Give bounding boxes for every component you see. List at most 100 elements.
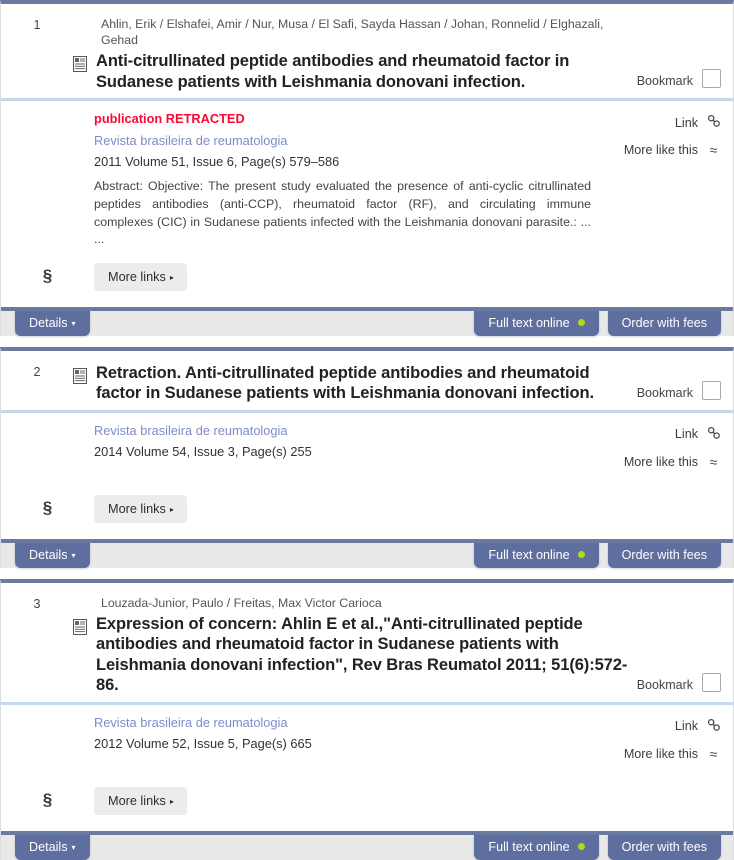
- availability-status-dot: [577, 550, 585, 558]
- more-links-row: § More links ▸: [1, 773, 733, 831]
- record-title-row: Retraction. Anti-citrullinated peptide a…: [73, 363, 631, 404]
- more-like-this-icon: ≈: [709, 453, 718, 470]
- record-number: 2: [33, 364, 41, 379]
- link-action-label: Link: [674, 115, 698, 130]
- more-links-button[interactable]: More links ▸: [94, 786, 187, 815]
- link-action-label: Link: [674, 719, 698, 734]
- record-body: publication RETRACTED Revista brasileira…: [1, 101, 733, 248]
- bookmark-control[interactable]: Bookmark: [637, 380, 733, 404]
- more-links-button[interactable]: More links ▸: [94, 494, 187, 523]
- details-label: Details: [29, 839, 68, 854]
- record-authors: Ahlin, Erik / Elshafei, Amir / Nur, Musa…: [101, 17, 604, 48]
- record-footer: Details ▾ Full text online Order with fee…: [1, 830, 733, 860]
- record-header: 1 Ahlin, Erik / Elshafei, Amir / Nur, Mu…: [1, 4, 733, 102]
- more-links-label: More links: [108, 269, 166, 284]
- record-body: Revista brasileira de reumatologia 2014 …: [1, 413, 733, 481]
- record-number: 3: [33, 596, 41, 611]
- bookmark-control[interactable]: Bookmark: [636, 672, 733, 696]
- full-text-online-label: Full text online: [488, 839, 570, 854]
- bookmark-label: Bookmark: [636, 74, 693, 89]
- bookmark-checkbox[interactable]: [702, 672, 721, 692]
- link-action[interactable]: Link: [624, 426, 721, 443]
- record-body-main: Revista brasileira de reumatologia 2012 …: [94, 715, 624, 760]
- bookmark-control[interactable]: Bookmark: [637, 69, 733, 92]
- link-action[interactable]: Link: [624, 114, 721, 131]
- link-icon: [706, 426, 721, 443]
- result-record: 1 Ahlin, Erik / Elshafei, Amir / Nur, Mu…: [0, 0, 734, 337]
- journal-link[interactable]: Revista brasileira de reumatologia: [94, 133, 616, 148]
- details-button[interactable]: Details ▾: [15, 834, 90, 860]
- caduceus-cell: §: [1, 267, 94, 286]
- more-like-this-action[interactable]: More like this ≈: [624, 454, 721, 470]
- full-text-online-label: Full text online: [488, 547, 570, 562]
- search-results-list: 1 Ahlin, Erik / Elshafei, Amir / Nur, Mu…: [0, 0, 734, 860]
- chevron-down-icon: ▾: [71, 550, 76, 560]
- caret-right-icon: ▸: [169, 504, 174, 514]
- availability-status-dot: [577, 318, 585, 326]
- record-side-actions: Link More like this ≈: [624, 423, 733, 481]
- details-button[interactable]: Details ▾: [15, 542, 90, 569]
- caduceus-icon: §: [42, 498, 53, 518]
- more-links-row: § More links ▸: [1, 249, 733, 307]
- link-action[interactable]: Link: [624, 718, 721, 735]
- order-with-fees-button[interactable]: Order with fees: [607, 542, 721, 569]
- order-with-fees-button[interactable]: Order with fees: [607, 310, 721, 337]
- order-with-fees-label: Order with fees: [621, 547, 707, 562]
- details-label: Details: [29, 547, 68, 562]
- full-text-online-button[interactable]: Full text online: [474, 834, 599, 860]
- record-footer: Details ▾ Full text online Order with fee…: [1, 538, 733, 569]
- details-label: Details: [29, 315, 68, 330]
- record-authors: Louzada-Junior, Paulo / Freitas, Max Vic…: [101, 595, 382, 610]
- record-body: Revista brasileira de reumatologia 2012 …: [1, 705, 733, 773]
- full-text-online-button[interactable]: Full text online: [474, 310, 599, 337]
- record-side-actions: Link More like this ≈: [624, 715, 733, 773]
- details-button[interactable]: Details ▾: [15, 310, 90, 337]
- record-title[interactable]: Expression of concern: Ahlin E et al.,"A…: [96, 614, 631, 696]
- caduceus-cell: §: [1, 499, 94, 518]
- record-header-main: Louzada-Junior, Paulo / Freitas, Max Vic…: [73, 595, 637, 696]
- record-title[interactable]: Anti-citrullinated peptide antibodies an…: [96, 51, 631, 92]
- publication-meta: 2011 Volume 51, Issue 6, Page(s) 579–586: [94, 154, 340, 170]
- bookmark-checkbox[interactable]: [702, 69, 721, 89]
- footer-right-actions: Full text online Order with fees: [474, 310, 733, 337]
- more-links-row: § More links ▸: [1, 481, 733, 539]
- footer-right-actions: Full text online Order with fees: [474, 542, 733, 569]
- record-body-main: Revista brasileira de reumatologia 2014 …: [94, 423, 624, 468]
- document-icon: [73, 367, 87, 384]
- journal-link[interactable]: Revista brasileira de reumatologia: [94, 715, 616, 730]
- more-like-this-label: More like this: [623, 746, 698, 761]
- caret-right-icon: ▸: [169, 796, 174, 806]
- more-links-button[interactable]: More links ▸: [94, 262, 187, 291]
- order-with-fees-button[interactable]: Order with fees: [607, 834, 721, 860]
- record-header-main: Ahlin, Erik / Elshafei, Amir / Nur, Musa…: [73, 16, 637, 92]
- record-body-main: publication RETRACTED Revista brasileira…: [94, 111, 624, 248]
- record-header: 3 Louzada-Junior, Paulo / Freitas, Max V…: [1, 583, 733, 705]
- journal-link[interactable]: Revista brasileira de reumatologia: [94, 423, 616, 438]
- chevron-down-icon: ▾: [71, 318, 76, 328]
- caduceus-icon: §: [42, 266, 53, 286]
- more-links-label: More links: [108, 793, 166, 808]
- retraction-notice: publication RETRACTED: [94, 111, 245, 127]
- result-record: 3 Louzada-Junior, Paulo / Freitas, Max V…: [0, 578, 734, 860]
- caret-right-icon: ▸: [169, 272, 174, 282]
- more-like-this-label: More like this: [623, 143, 698, 158]
- more-like-this-label: More like this: [623, 454, 698, 469]
- bookmark-label: Bookmark: [636, 677, 693, 692]
- more-like-this-action[interactable]: More like this ≈: [624, 746, 721, 762]
- link-action-label: Link: [674, 427, 698, 442]
- order-with-fees-label: Order with fees: [621, 315, 707, 330]
- result-record: 2 Retraction. Anti-citrullinated peptide…: [0, 346, 734, 569]
- footer-right-actions: Full text online Order with fees: [474, 834, 733, 860]
- record-title[interactable]: Retraction. Anti-citrullinated peptide a…: [96, 363, 631, 404]
- bookmark-checkbox[interactable]: [702, 380, 721, 400]
- record-header: 2 Retraction. Anti-citrullinated peptide…: [1, 351, 733, 413]
- more-like-this-action[interactable]: More like this ≈: [624, 142, 721, 158]
- order-with-fees-label: Order with fees: [621, 839, 707, 854]
- more-links-label: More links: [108, 501, 166, 516]
- record-number: 1: [33, 18, 41, 32]
- full-text-online-button[interactable]: Full text online: [474, 542, 599, 569]
- record-header-main: Retraction. Anti-citrullinated peptide a…: [73, 363, 637, 404]
- more-like-this-icon: ≈: [709, 745, 718, 762]
- record-footer: Details ▾ Full text online Order with fee…: [1, 306, 733, 337]
- availability-status-dot: [577, 842, 585, 850]
